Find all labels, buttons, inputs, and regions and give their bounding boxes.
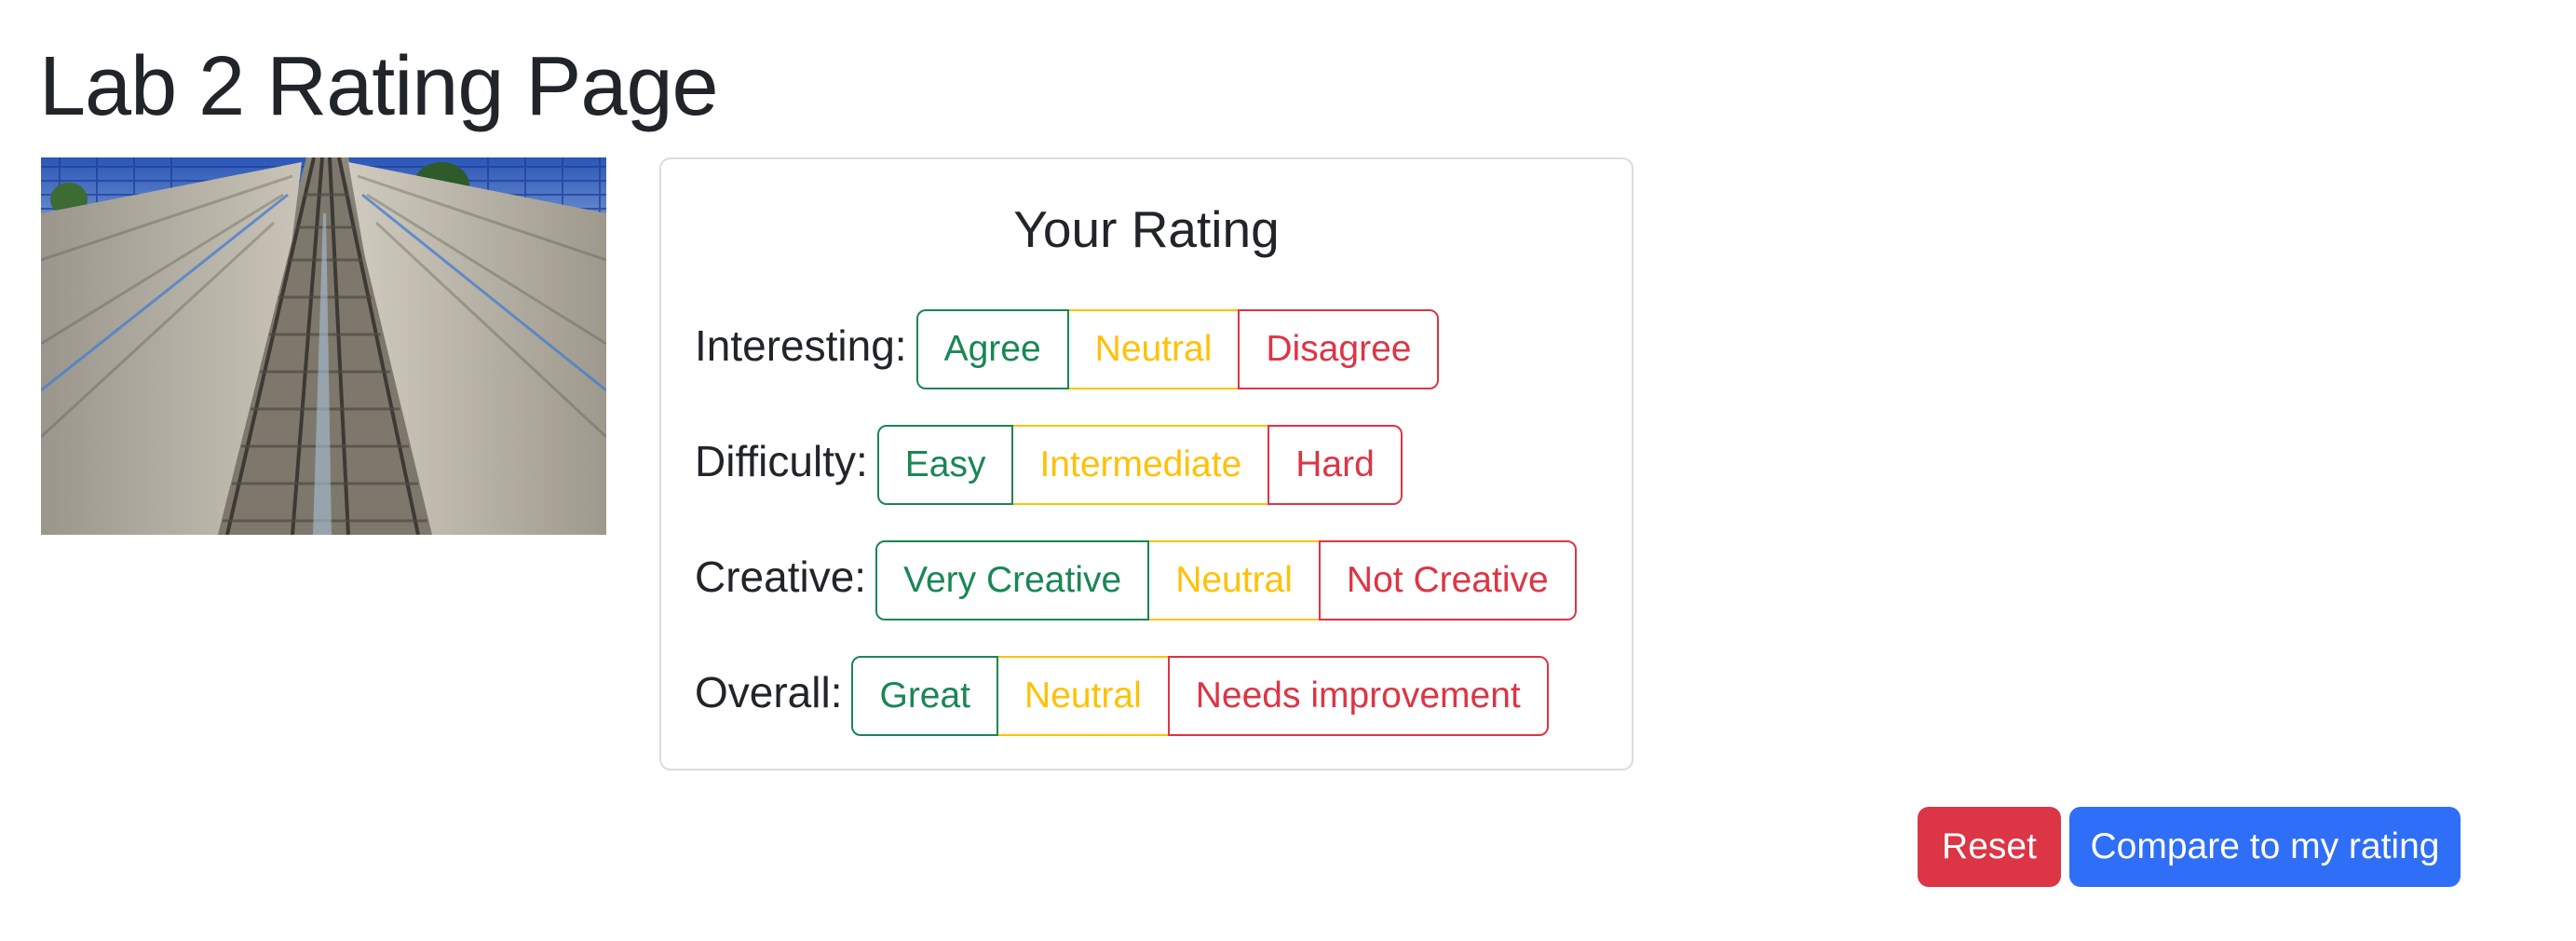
railway-tracks-image <box>41 157 606 535</box>
option-neutral-button[interactable]: Neutral <box>1066 309 1241 389</box>
rating-card: Your Rating Interesting: Agree Neutral D… <box>659 157 1634 771</box>
row-label-difficulty: Difficulty: <box>695 437 868 485</box>
option-not-creative-button[interactable]: Not Creative <box>1318 540 1577 621</box>
option-agree-button[interactable]: Agree <box>915 309 1069 389</box>
railway-photo <box>41 157 606 535</box>
rating-card-title: Your Rating <box>1013 200 1280 258</box>
row-label-interesting: Interesting: <box>695 321 907 370</box>
rating-row-creative: Creative: Very Creative Neutral Not Crea… <box>695 540 1577 621</box>
page: Lab 2 Rating Page Your Rating Interestin… <box>0 0 2576 941</box>
row-label-creative: Creative: <box>695 552 867 601</box>
row-label-overall: Overall: <box>695 668 843 716</box>
compare-to-my-rating-button[interactable]: Compare to my rating <box>2069 807 2461 887</box>
option-disagree-button[interactable]: Disagree <box>1238 309 1440 389</box>
option-needs-improvement-button[interactable]: Needs improvement <box>1167 656 1549 736</box>
button-group-interesting: Agree Neutral Disagree <box>915 309 1440 389</box>
button-group-creative: Very Creative Neutral Not Creative <box>875 540 1577 621</box>
rating-row-overall: Overall: Great Neutral Needs improvement <box>695 656 1549 736</box>
rating-row-interesting: Interesting: Agree Neutral Disagree <box>695 309 1440 389</box>
rating-row-difficulty: Difficulty: Easy Intermediate Hard <box>695 425 1403 505</box>
option-intermediate-button[interactable]: Intermediate <box>1011 425 1270 505</box>
reset-button[interactable]: Reset <box>1918 807 2061 887</box>
option-neutral-button[interactable]: Neutral <box>997 656 1170 736</box>
button-group-overall: Great Neutral Needs improvement <box>851 656 1549 736</box>
option-great-button[interactable]: Great <box>851 656 999 736</box>
option-very-creative-button[interactable]: Very Creative <box>875 540 1150 621</box>
page-title: Lab 2 Rating Page <box>39 40 719 133</box>
option-easy-button[interactable]: Easy <box>876 425 1014 505</box>
option-hard-button[interactable]: Hard <box>1268 425 1403 505</box>
option-neutral-button[interactable]: Neutral <box>1147 540 1321 621</box>
button-group-difficulty: Easy Intermediate Hard <box>876 425 1403 505</box>
